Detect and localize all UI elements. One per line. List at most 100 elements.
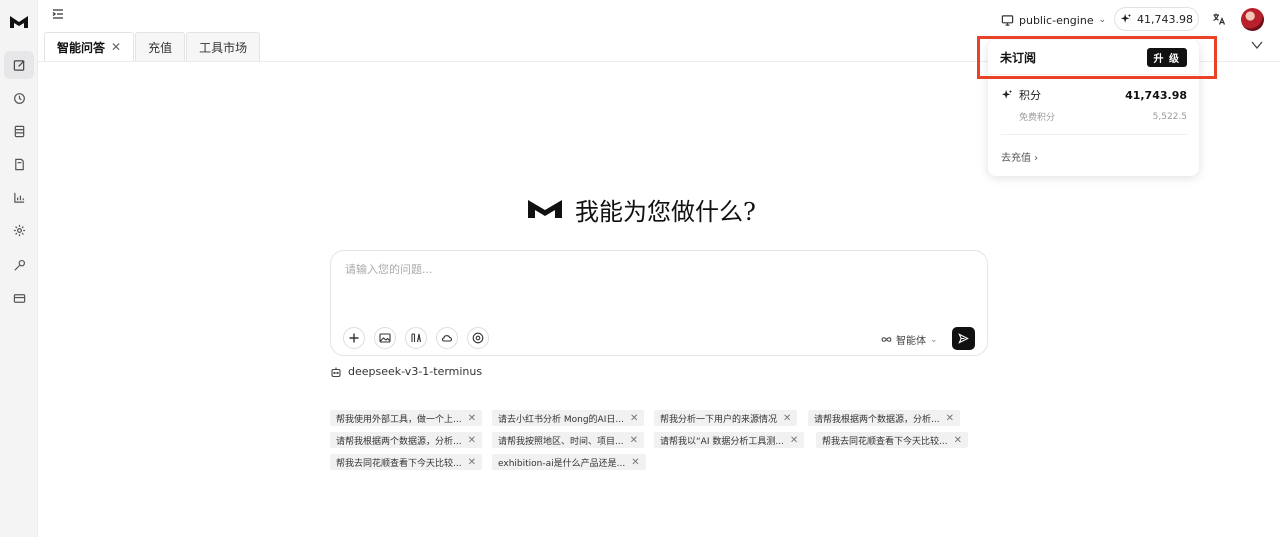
history-icon — [13, 92, 25, 104]
avatar[interactable] — [1241, 8, 1264, 31]
suggestion-chip[interactable]: 帮我去同花顺查看下今天比较... ✕ — [816, 432, 968, 448]
close-icon[interactable]: ✕ — [783, 413, 791, 424]
suggestion-text: 请去小红书分析 Mong的AI日... — [498, 414, 624, 425]
chevron-down-icon: ⌄ — [1098, 15, 1107, 25]
agent-label: 智能体 — [896, 336, 926, 347]
free-points-row: 免费积分 5,522.5 — [1001, 110, 1187, 124]
sidebar-item-settings[interactable] — [4, 216, 34, 244]
suggestion-chip[interactable]: 帮我分析一下用户的来源情况 ✕ — [654, 410, 798, 426]
suggestion-text: exhibition-ai是什么产品还是... — [498, 458, 626, 469]
edit-icon — [13, 59, 25, 71]
model-name: deepseek-v3-1-terminus — [348, 365, 483, 378]
close-icon[interactable]: ✕ — [631, 457, 639, 468]
question-input[interactable] — [345, 263, 945, 276]
free-points-label: 免费积分 — [1019, 113, 1056, 123]
suggestion-text: 请帮我按照地区、时间、项目... — [498, 436, 624, 447]
suggestion-text: 帮我分析一下用户的来源情况 — [660, 414, 778, 425]
suggestion-chip[interactable]: 帮我去同花顺查看下今天比较... ✕ — [330, 454, 482, 470]
close-icon[interactable]: ✕ — [790, 435, 798, 446]
image-button[interactable] — [374, 327, 396, 349]
close-icon[interactable]: ✕ — [630, 413, 638, 424]
suggestion-chip[interactable]: 请帮我以“AI 数据分析工具测... ✕ — [654, 432, 805, 448]
sidebar-item-tools[interactable] — [4, 251, 34, 279]
recharge-link[interactable]: 去充值 › — [1001, 149, 1038, 164]
suggestion-text: 请帮我根据两个数据源，分析... — [814, 414, 940, 425]
sidebar-item-docs[interactable] — [4, 150, 34, 178]
suggestion-text: 帮我去同花顺查看下今天比较... — [336, 458, 462, 469]
points-row: 积分 41,743.98 — [1001, 87, 1187, 103]
tab-label: 充值 — [148, 40, 173, 55]
sidebar-item-library[interactable] — [4, 117, 34, 145]
browser-button[interactable] — [467, 327, 489, 349]
credits-value: 41,743.98 — [1137, 12, 1193, 26]
suggestion-chip[interactable]: exhibition-ai是什么产品还是... ✕ — [492, 454, 646, 470]
close-icon[interactable]: ✕ — [468, 457, 476, 468]
sparkle-icon — [1120, 13, 1132, 23]
points-value: 41,743.98 — [1125, 88, 1187, 102]
composer: 智能体 ⌄ — [330, 250, 988, 356]
sidebar-item-new-chat[interactable] — [4, 51, 34, 79]
chevron-down-icon: ⌄ — [930, 334, 938, 345]
close-icon[interactable]: ✕ — [946, 413, 954, 424]
library-icon — [14, 125, 24, 137]
suggestion-chip[interactable]: 请帮我按照地区、时间、项目... ✕ — [492, 432, 644, 448]
model-selector[interactable]: deepseek-v3-1-terminus — [330, 365, 482, 378]
credits-button[interactable]: 41,743.98 — [1114, 7, 1199, 31]
tab-smart-qa[interactable]: 智能问答 ✕ — [44, 32, 135, 61]
close-icon[interactable]: ✕ — [111, 40, 121, 54]
sidebar-item-analytics[interactable] — [4, 183, 34, 211]
hero: 我能为您做什么? — [527, 192, 756, 226]
send-button[interactable] — [952, 327, 975, 350]
divider — [1001, 134, 1187, 135]
suggestion-chip[interactable]: 帮我使用外部工具，做一个上... ✕ — [330, 410, 482, 426]
chrome-icon — [472, 332, 484, 344]
add-button[interactable] — [343, 327, 365, 349]
image-icon — [379, 333, 391, 343]
plus-icon — [349, 333, 359, 343]
send-icon — [958, 333, 969, 344]
tab-label: 工具市场 — [199, 40, 248, 55]
chart-icon — [13, 192, 24, 203]
free-points-value: 5,522.5 — [1152, 111, 1187, 122]
monitor-icon — [1001, 14, 1014, 26]
language-icon — [411, 333, 422, 343]
suggestion-text: 请帮我以“AI 数据分析工具测... — [660, 436, 784, 447]
infinity-icon — [881, 337, 892, 342]
translate-icon[interactable] — [1212, 12, 1226, 26]
tab-tool-market[interactable]: 工具市场 — [186, 32, 261, 61]
sidebar — [0, 0, 38, 537]
tab-bar: 智能问答 ✕ 充值 工具市场 — [44, 32, 261, 61]
web-search-button[interactable] — [436, 327, 458, 349]
sidebar-item-billing[interactable] — [4, 284, 34, 312]
translate-button[interactable] — [405, 327, 427, 349]
sidebar-item-history[interactable] — [4, 84, 34, 112]
sparkle-icon — [1001, 89, 1013, 99]
collapse-sidebar-icon[interactable] — [51, 7, 65, 21]
page-title: 我能为您做什么? — [575, 197, 756, 226]
suggestion-chip[interactable]: 请帮我根据两个数据源，分析... ✕ — [330, 432, 482, 448]
chevron-down-icon[interactable] — [1250, 38, 1264, 52]
highlight-box — [977, 36, 1217, 79]
robot-icon — [331, 367, 341, 377]
engine-selector[interactable]: public-engine ⌄ — [1001, 10, 1106, 30]
close-icon[interactable]: ✕ — [954, 435, 962, 446]
card-icon — [13, 293, 25, 303]
suggestion-text: 请帮我根据两个数据源，分析... — [336, 436, 462, 447]
wrench-icon — [13, 259, 25, 271]
close-icon[interactable]: ✕ — [630, 435, 638, 446]
close-icon[interactable]: ✕ — [468, 435, 476, 446]
suggestion-text: 帮我去同花顺查看下今天比较... — [822, 436, 948, 447]
engine-label: public-engine — [1019, 13, 1094, 27]
tab-recharge[interactable]: 充值 — [135, 32, 186, 61]
m-logo-icon — [528, 200, 562, 218]
close-icon[interactable]: ✕ — [468, 413, 476, 424]
suggestion-chip[interactable]: 请帮我根据两个数据源，分析... ✕ — [808, 410, 960, 426]
tab-label: 智能问答 — [57, 40, 106, 55]
agent-selector[interactable]: 智能体 ⌄ — [881, 332, 938, 347]
document-icon — [14, 158, 24, 170]
cloud-icon — [441, 335, 452, 342]
suggestion-text: 帮我使用外部工具，做一个上... — [336, 414, 462, 425]
suggestion-chip[interactable]: 请去小红书分析 Mong的AI日... ✕ — [492, 410, 645, 426]
m-logo-icon[interactable] — [9, 14, 29, 30]
gear-icon — [13, 224, 25, 236]
